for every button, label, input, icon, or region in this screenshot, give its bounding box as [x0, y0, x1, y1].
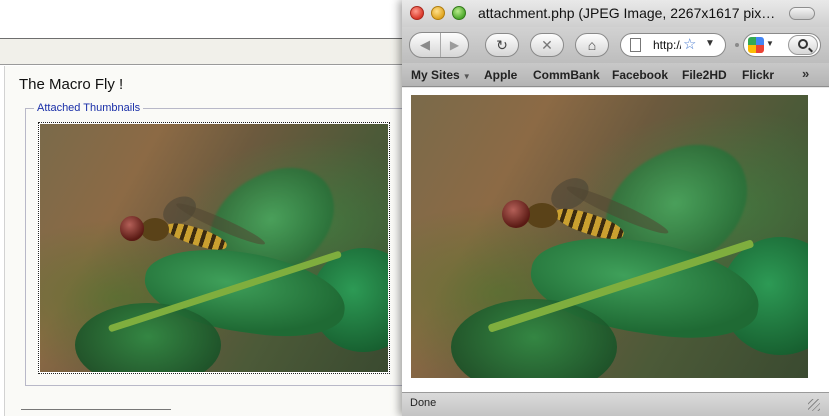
fly-full-image[interactable] [411, 95, 808, 378]
status-text: Done [410, 397, 437, 409]
bookmark-facebook[interactable]: Facebook [612, 68, 668, 82]
search-engine-dropdown-icon[interactable]: ▼ [766, 39, 774, 48]
bookmarks-bar: My Sites ▼ Apple CommBank Facebook File2H… [402, 63, 829, 87]
attachments-legend: Attached Thumbnails [34, 102, 144, 114]
minimize-window-button[interactable] [431, 6, 445, 20]
history-dropdown-icon[interactable]: ▼ [705, 38, 715, 49]
search-bar[interactable]: ▼ [743, 33, 821, 57]
bookmark-commbank[interactable]: CommBank [533, 68, 600, 82]
address-input[interactable]: http:// [653, 38, 681, 52]
window-title: attachment.php (JPEG Image, 2267x1617 pi… [478, 5, 776, 21]
forum-post: The Macro Fly ! Attached Thumbnails [4, 66, 424, 416]
search-engine-icon[interactable] [748, 37, 764, 53]
bookmark-flickr[interactable]: Flickr [742, 68, 774, 82]
bookmark-my-sites[interactable]: My Sites ▼ [411, 68, 471, 82]
bookmark-star-icon[interactable]: ☆ [683, 35, 696, 53]
home-button[interactable]: ⌂ [575, 33, 609, 57]
attachments-fieldset: Attached Thumbnails [25, 102, 420, 386]
close-window-button[interactable] [410, 6, 424, 20]
resize-grip-icon[interactable] [808, 399, 820, 411]
back-forward-group: ◀ ▶ [409, 32, 469, 58]
signature-divider [21, 409, 171, 410]
address-bar[interactable]: http:// ☆ ▼ [620, 33, 726, 57]
bookmark-apple[interactable]: Apple [484, 68, 517, 82]
bookmark-file2hd[interactable]: File2HD [682, 68, 727, 82]
page-icon [630, 38, 641, 52]
stop-button[interactable]: ✕ [530, 33, 564, 57]
navigation-toolbar: ◀ ▶ ↻ ✕ ⌂ http:// ☆ ▼ ▼ [402, 27, 829, 63]
magnifier-icon [798, 39, 808, 49]
caret-down-icon: ▼ [462, 72, 471, 81]
post-title: The Macro Fly ! [19, 76, 124, 93]
attachment-thumbnail[interactable] [38, 122, 390, 374]
page-content [402, 88, 829, 392]
forward-button[interactable]: ▶ [440, 33, 468, 57]
fly-thumbnail-image[interactable] [40, 124, 388, 372]
back-button[interactable]: ◀ [410, 33, 440, 57]
toolbar-separator [735, 43, 739, 47]
window-titlebar[interactable]: attachment.php (JPEG Image, 2267x1617 pi… [402, 0, 829, 27]
toolbar-toggle-button[interactable] [789, 7, 815, 20]
browser-window: attachment.php (JPEG Image, 2267x1617 pi… [402, 0, 829, 416]
zoom-window-button[interactable] [452, 6, 466, 20]
chevron-more-icon[interactable]: » [802, 66, 809, 81]
status-bar: Done [402, 392, 829, 416]
search-button[interactable] [788, 35, 818, 55]
reload-button[interactable]: ↻ [485, 33, 519, 57]
